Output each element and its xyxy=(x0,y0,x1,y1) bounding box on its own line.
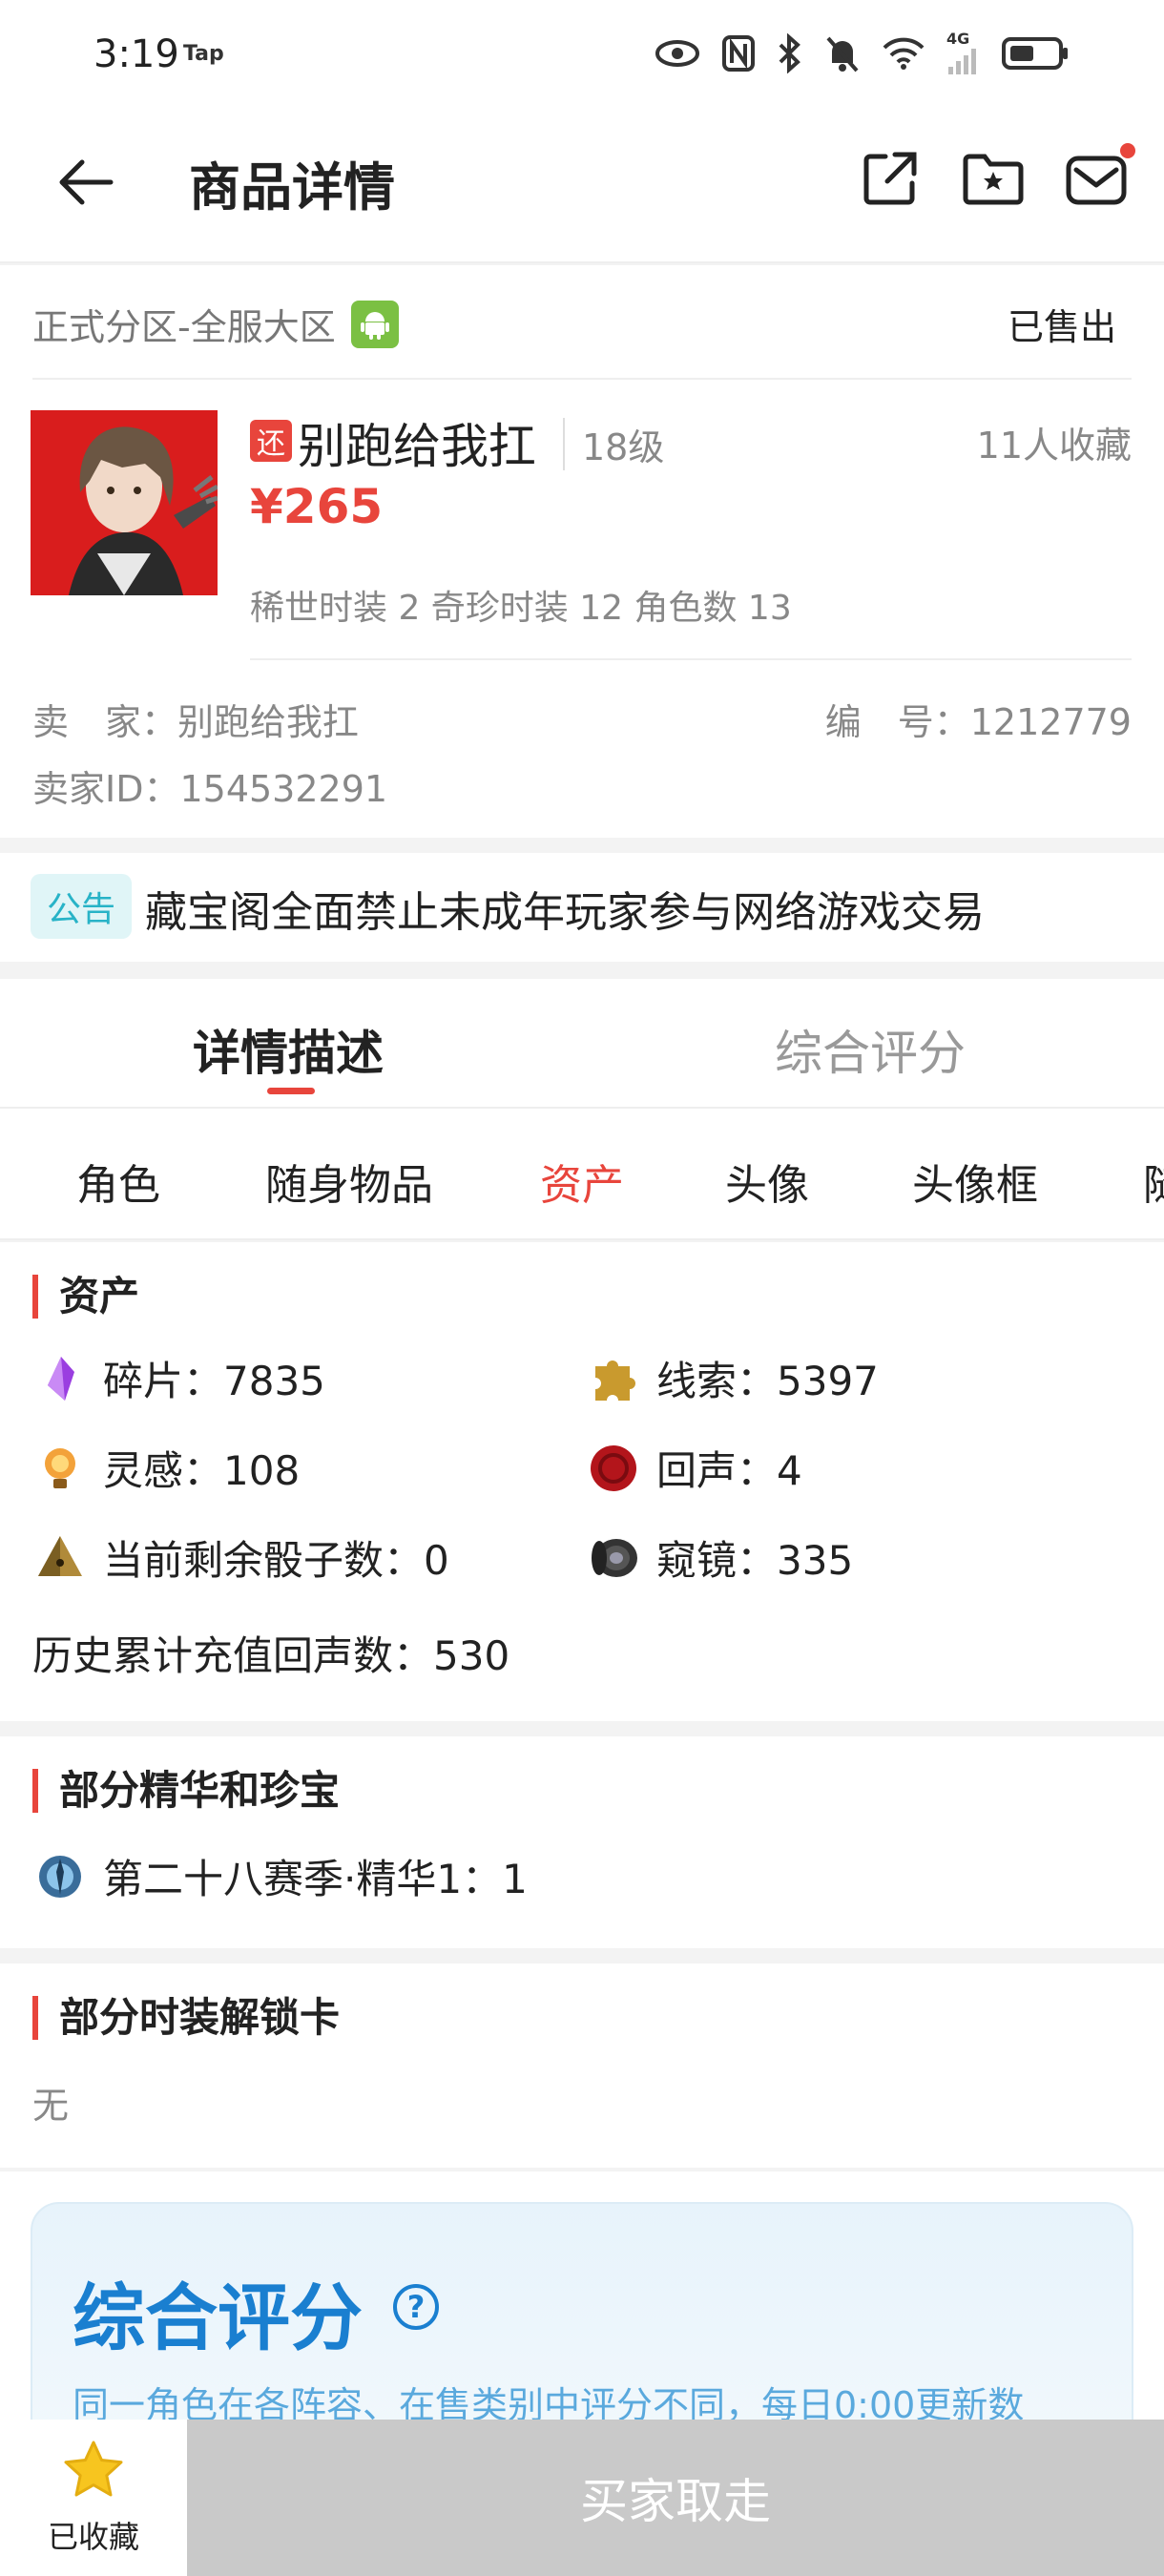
score-wrapper: 综合评分 ? 同一角色在各阵容、在售类别中评分不同，每日0:00更新数 xyxy=(0,2171,1164,2488)
asset-dice: 当前剩余骰子数：0 xyxy=(32,1528,449,1587)
character-level: 18级 xyxy=(563,418,664,470)
asset-echo-text: 回声：4 xyxy=(656,1447,802,1494)
category-tabs: 角色 随身物品 资产 头像 头像框 随 xyxy=(0,1109,1164,1240)
asset-fragments-text: 碎片：7835 xyxy=(103,1358,325,1404)
product-price: ¥265 xyxy=(250,479,384,534)
unread-dot xyxy=(1120,143,1135,158)
divider xyxy=(250,658,1132,660)
zone-label: 正式分区-全服大区 xyxy=(32,306,336,348)
sale-status: 已售出 xyxy=(1007,306,1116,348)
score-title: 综合评分 xyxy=(73,2275,363,2360)
lens-icon xyxy=(586,1530,641,1586)
server-zone: 正式分区-全服大区 xyxy=(32,298,399,350)
bottom-action-bar: 已收藏 买家取走 xyxy=(0,2420,1164,2576)
active-tab-indicator xyxy=(267,1088,315,1094)
nav-bar: 商品详情 xyxy=(0,113,1164,263)
nfc-icon xyxy=(721,34,756,73)
favorites-folder-icon[interactable] xyxy=(960,145,1027,212)
help-icon[interactable]: ? xyxy=(393,2284,439,2330)
favorite-button[interactable]: 已收藏 xyxy=(0,2420,187,2576)
essence-item-text: 第二十八赛季·精华1：1 xyxy=(103,1856,528,1902)
status-time: 3:19 xyxy=(94,32,179,76)
wax-seal-icon xyxy=(586,1441,641,1496)
unlock-value: 无 xyxy=(32,2085,70,2127)
asset-inspiration: 灵感：108 xyxy=(32,1439,300,1497)
puzzle-piece-icon xyxy=(586,1351,641,1406)
divider xyxy=(32,378,1132,380)
notice-tag: 公告 xyxy=(31,874,132,939)
star-icon xyxy=(62,2439,125,2503)
seller-id: 卖家ID：154532291 xyxy=(32,768,388,810)
eye-icon xyxy=(655,38,700,69)
seller-name: 卖 家：别跑给我扛 xyxy=(32,701,360,743)
unlock-section: 部分时装解锁卡 无 xyxy=(0,1963,1164,2168)
network-type-label: 4G xyxy=(946,30,970,48)
status-bar: 3:19 Tap 4G xyxy=(0,0,1164,113)
back-arrow-icon[interactable] xyxy=(53,149,120,216)
fragment-crystal-icon xyxy=(32,1351,88,1406)
nav-actions xyxy=(857,143,1135,212)
product-stats: 稀世时装 2 奇珍时装 12 角色数 13 xyxy=(250,589,792,628)
product-card: 正式分区-全服大区 已售出 还 别跑给我扛 18级 11人收藏 ¥265 稀世时… xyxy=(0,265,1164,838)
asset-lens: 窥镜：335 xyxy=(586,1528,853,1587)
status-icons: 4G xyxy=(655,30,1069,74)
section-heading: 部分时装解锁卡 xyxy=(32,1996,340,2040)
assets-section: 资产 碎片：7835 线索：5397 灵感：108 回声：4 当前剩余骰子数：0 xyxy=(0,1242,1164,1721)
history-recharge-echo: 历史累计充值回声数：530 xyxy=(32,1632,510,1679)
asset-inspiration-text: 灵感：108 xyxy=(103,1447,301,1494)
subtab-avatar[interactable]: 头像 xyxy=(725,1151,809,1212)
buyer-took-button[interactable]: 买家取走 xyxy=(187,2420,1164,2576)
serial-number: 编 号：1212779 xyxy=(824,701,1132,743)
asset-lens-text: 窥镜：335 xyxy=(656,1537,854,1584)
main-tabs: 详情描述 综合评分 xyxy=(0,979,1164,1109)
return-badge: 还 xyxy=(250,420,292,462)
battery-icon xyxy=(1002,36,1069,71)
asset-clues-text: 线索：5397 xyxy=(656,1358,879,1404)
wifi-icon xyxy=(882,36,925,71)
subtab-assets[interactable]: 资产 xyxy=(540,1151,624,1212)
asset-echo: 回声：4 xyxy=(586,1439,802,1497)
signal-icon: 4G xyxy=(946,30,981,74)
essence-item: 第二十八赛季·精华1：1 xyxy=(32,1847,528,1905)
subtab-avatar-frame[interactable]: 头像框 xyxy=(912,1151,1038,1212)
asset-fragments: 碎片：7835 xyxy=(32,1349,325,1407)
mute-bell-icon xyxy=(824,34,861,73)
section-heading: 资产 xyxy=(32,1275,139,1319)
notice-text: 藏宝阁全面禁止未成年玩家参与网络游戏交易 xyxy=(145,888,985,937)
android-icon xyxy=(350,300,399,348)
lightbulb-icon xyxy=(32,1441,88,1496)
dice-icon xyxy=(32,1530,88,1586)
asset-dice-text: 当前剩余骰子数：0 xyxy=(103,1537,449,1584)
asset-clues: 线索：5397 xyxy=(586,1349,879,1407)
essence-section: 部分精华和珍宝 第二十八赛季·精华1：1 xyxy=(0,1736,1164,1948)
notice-banner[interactable]: 公告 藏宝阁全面禁止未成年玩家参与网络游戏交易 xyxy=(0,853,1164,962)
subtab-role[interactable]: 角色 xyxy=(76,1151,160,1212)
essence-emblem-icon xyxy=(32,1849,88,1904)
section-heading: 部分精华和珍宝 xyxy=(32,1769,340,1813)
tab-detail[interactable]: 详情描述 xyxy=(193,1015,384,1084)
favorite-count: 11人收藏 xyxy=(976,425,1132,467)
subtab-more[interactable]: 随 xyxy=(1143,1151,1164,1212)
message-mail-icon[interactable] xyxy=(1063,143,1135,212)
status-tap-label: Tap xyxy=(183,42,224,66)
character-avatar[interactable] xyxy=(31,410,218,595)
favorite-label: 已收藏 xyxy=(47,2519,139,2555)
bluetooth-icon xyxy=(777,33,803,73)
tab-score[interactable]: 综合评分 xyxy=(775,1015,966,1084)
subtab-items[interactable]: 随身物品 xyxy=(265,1151,433,1212)
share-icon[interactable] xyxy=(857,145,924,212)
product-name: 别跑给我扛 xyxy=(298,419,536,474)
page-title: 商品详情 xyxy=(189,157,395,218)
